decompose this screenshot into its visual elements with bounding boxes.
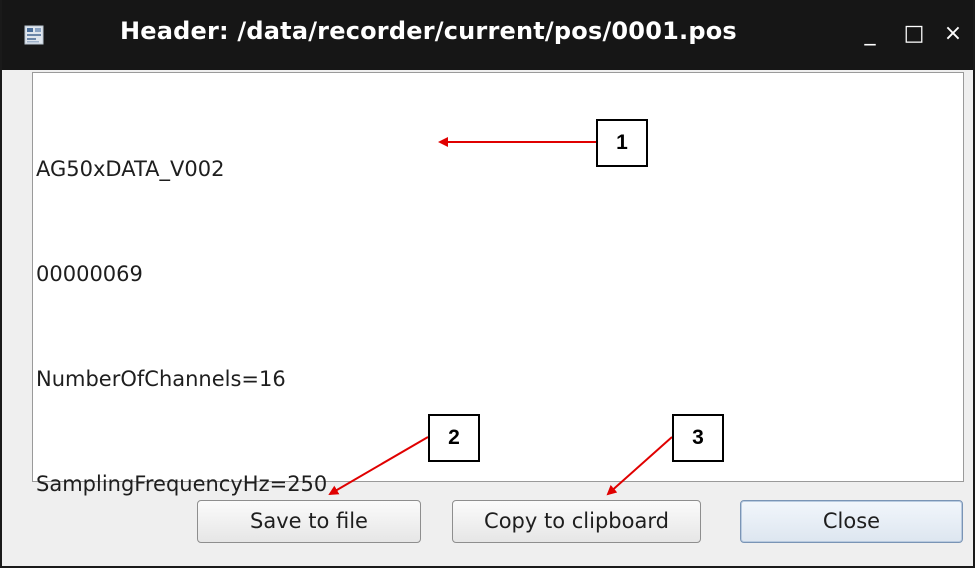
maximize-button[interactable]: □ bbox=[900, 20, 928, 48]
save-to-file-button[interactable]: Save to file bbox=[197, 500, 421, 543]
header-line-channels: NumberOfChannels=16 bbox=[36, 367, 286, 391]
close-window-button[interactable]: × bbox=[939, 20, 967, 48]
header-line-size: 00000069 bbox=[36, 262, 143, 286]
callout-label-3: 3 bbox=[672, 414, 724, 462]
header-dialog-window: Header: /data/recorder/current/pos/0001.… bbox=[0, 0, 975, 568]
window-app-icon bbox=[24, 25, 44, 45]
callout-label-1: 1 bbox=[596, 119, 648, 167]
close-button[interactable]: Close bbox=[740, 500, 963, 543]
callout-label-2: 2 bbox=[428, 414, 480, 462]
window-title: Header: /data/recorder/current/pos/0001.… bbox=[120, 17, 737, 45]
title-bar[interactable]: Header: /data/recorder/current/pos/0001.… bbox=[2, 0, 973, 70]
minimize-button[interactable]: _ bbox=[856, 20, 884, 48]
header-text-area[interactable]: AG50xDATA_V002 00000069 NumberOfChannels… bbox=[32, 72, 964, 496]
header-line-sampling-frequency: SamplingFrequencyHz=250 bbox=[36, 472, 328, 496]
copy-to-clipboard-button[interactable]: Copy to clipboard bbox=[452, 500, 701, 543]
header-line-format: AG50xDATA_V002 bbox=[36, 157, 225, 181]
header-text-content: AG50xDATA_V002 00000069 NumberOfChannels… bbox=[36, 82, 327, 572]
